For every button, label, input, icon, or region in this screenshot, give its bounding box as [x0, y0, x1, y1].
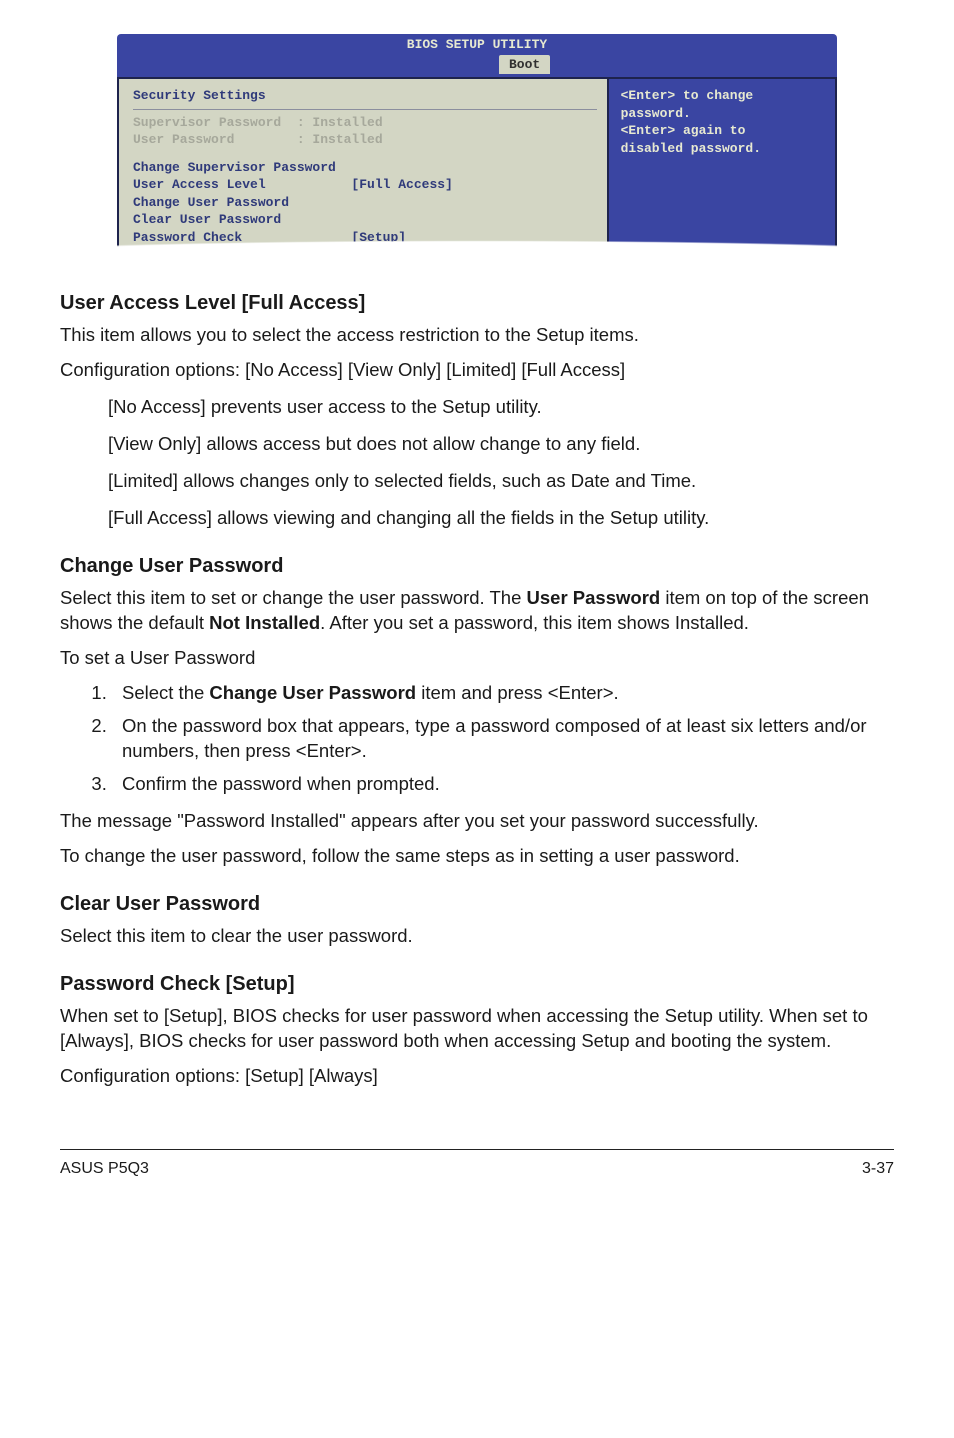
option-limited: [Limited] allows changes only to selecte… [108, 469, 894, 494]
text-span: . After you set a password, this item sh… [320, 612, 749, 633]
bios-panel: BIOS SETUP UTILITY Boot Security Setting… [117, 34, 837, 256]
bios-utility-title: BIOS SETUP UTILITY [117, 34, 837, 54]
bold-text: User Password [527, 587, 661, 608]
steps-list: Select the Change User Password item and… [112, 681, 894, 797]
paragraph: This item allows you to select the acces… [60, 323, 894, 348]
bios-tab-bar: Boot [117, 54, 837, 78]
bios-left-pane: Security Settings Supervisor Password : … [117, 79, 607, 254]
text-span: Select this item to set or change the us… [60, 587, 527, 608]
option-view-only: [View Only] allows access but does not a… [108, 432, 894, 457]
bold-text: Not Installed [209, 612, 320, 633]
bios-body: Security Settings Supervisor Password : … [117, 77, 837, 256]
heading-change-user-password: Change User Password [60, 553, 894, 580]
paragraph: To set a User Password [60, 646, 894, 671]
paragraph: Configuration options: [Setup] [Always] [60, 1064, 894, 1089]
help-line: <Enter> again to [621, 122, 823, 140]
spacer [133, 149, 597, 159]
security-settings-heading: Security Settings [133, 87, 597, 105]
paragraph: The message "Password Installed" appears… [60, 809, 894, 834]
bold-text: Change User Password [209, 682, 416, 703]
bios-help-pane: <Enter> to change password. <Enter> agai… [607, 79, 837, 254]
paragraph: When set to [Setup], BIOS checks for use… [60, 1004, 894, 1054]
status-supervisor-password: Supervisor Password : Installed [133, 114, 597, 132]
option-list: [No Access] prevents user access to the … [108, 395, 894, 531]
paragraph: Configuration options: [No Access] [View… [60, 358, 894, 383]
option-no-access: [No Access] prevents user access to the … [108, 395, 894, 420]
heading-password-check: Password Check [Setup] [60, 971, 894, 998]
list-item: Select the Change User Password item and… [112, 681, 894, 706]
menu-user-access-level: User Access Level [Full Access] [133, 176, 597, 194]
footer-divider [60, 1149, 894, 1150]
status-user-password: User Password : Installed [133, 131, 597, 149]
menu-password-check: Password Check [Setup] [133, 229, 597, 247]
text-span: item and press <Enter>. [416, 682, 619, 703]
footer-product: ASUS P5Q3 [60, 1158, 149, 1180]
paragraph: Select this item to set or change the us… [60, 586, 894, 636]
bios-divider [133, 109, 597, 110]
menu-change-user-password: Change User Password [133, 194, 597, 212]
list-item: On the password box that appears, type a… [112, 714, 894, 764]
option-full-access: [Full Access] allows viewing and changin… [108, 506, 894, 531]
list-item: Confirm the password when prompted. [112, 772, 894, 797]
help-line: disabled password. [621, 140, 823, 158]
menu-clear-user-password: Clear User Password [133, 211, 597, 229]
text-span: Select the [122, 682, 209, 703]
footer-page-number: 3-37 [862, 1158, 894, 1180]
paragraph: To change the user password, follow the … [60, 844, 894, 869]
menu-change-supervisor-password: Change Supervisor Password [133, 159, 597, 177]
page-footer: ASUS P5Q3 3-37 [60, 1158, 894, 1180]
heading-user-access-level: User Access Level [Full Access] [60, 290, 894, 317]
help-line: <Enter> to change [621, 87, 823, 105]
help-line: password. [621, 105, 823, 123]
bios-tab-boot: Boot [499, 55, 550, 75]
heading-clear-user-password: Clear User Password [60, 891, 894, 918]
paragraph: Select this item to clear the user passw… [60, 924, 894, 949]
